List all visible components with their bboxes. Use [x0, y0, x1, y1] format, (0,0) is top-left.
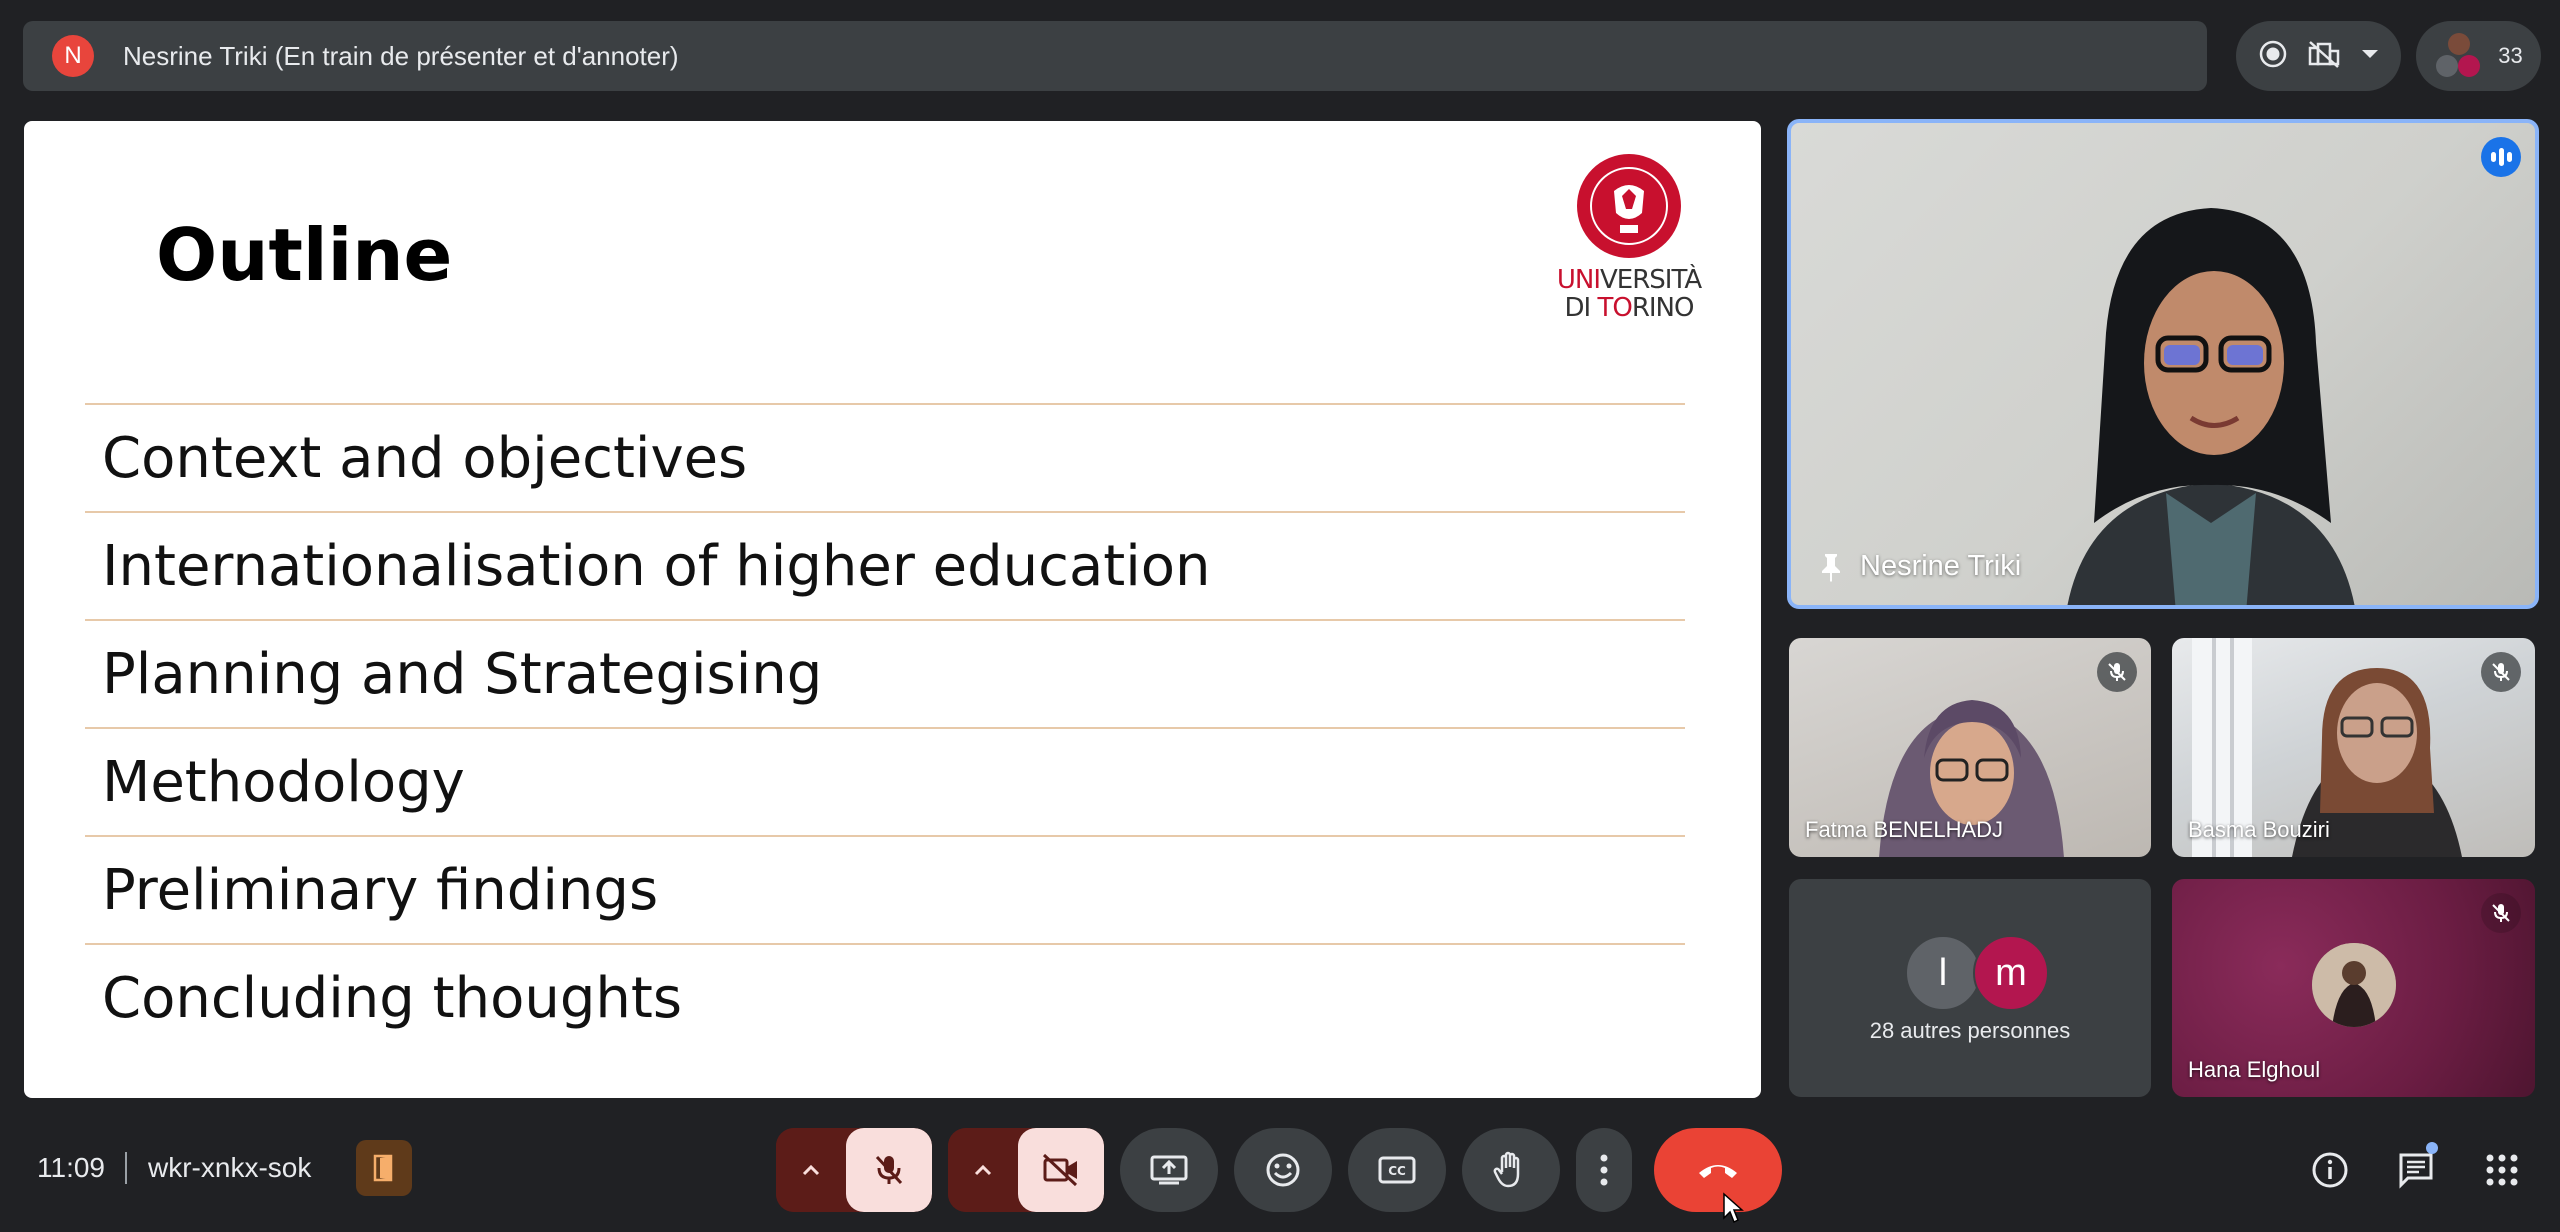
hang-up-icon [1699, 1165, 1737, 1178]
divider [125, 1152, 127, 1184]
activities-panel-button[interactable] [2474, 1142, 2530, 1198]
mic-off-icon [2481, 652, 2521, 692]
speaking-indicator-icon [2481, 137, 2521, 177]
layout-off-icon[interactable] [2307, 39, 2341, 74]
others-tile[interactable]: l m 28 autres personnes [1789, 879, 2151, 1097]
chevron-up-icon [802, 1164, 820, 1176]
avatar [2312, 943, 2396, 1027]
mini-avatar-m [2458, 55, 2481, 77]
mic-off-icon [2481, 893, 2521, 933]
participant-tile-hana[interactable]: Hana Elghoul [2172, 879, 2535, 1097]
participant-video [2067, 208, 2355, 605]
presenter-status-text: Nesrine Triki (En train de présenter et … [123, 40, 679, 71]
more-options-button[interactable] [1576, 1128, 1632, 1212]
door-icon [373, 1154, 393, 1182]
participant-tile-fatma[interactable]: Fatma BENELHADJ [1789, 638, 2151, 857]
more-vert-icon [1600, 1154, 1608, 1186]
leave-call-button[interactable] [1654, 1128, 1782, 1212]
outline-item: Concluding thoughts [85, 943, 1685, 1051]
university-name: UNIVERSITÀ DI TORINO [1556, 265, 1702, 323]
outline-item: Methodology [85, 727, 1685, 835]
hand-icon [1493, 1151, 1520, 1188]
avatar: l [1905, 935, 1981, 1011]
presenter-avatar: N [52, 35, 94, 77]
mini-avatar-l [2436, 55, 2459, 77]
chat-button[interactable] [2388, 1142, 2444, 1198]
university-logo: UNIVERSITÀ DI TORINO [1554, 151, 1704, 351]
mic-off-icon [875, 1155, 903, 1185]
camera-off-icon [1042, 1153, 1078, 1187]
participant-count: 33 [2498, 43, 2523, 68]
avatar: m [1973, 935, 2049, 1011]
participants-button[interactable]: 33 [2416, 21, 2541, 91]
activities-button[interactable] [356, 1140, 412, 1196]
slide-title: Outline [156, 213, 453, 297]
mic-toggle-button[interactable] [846, 1128, 932, 1212]
svg-text:CC: CC [1388, 1164, 1406, 1178]
mini-avatar-photo [2448, 33, 2471, 55]
camera-options-button[interactable] [948, 1128, 1018, 1212]
mic-options-button[interactable] [776, 1128, 846, 1212]
mouse-cursor-icon [1722, 1192, 1744, 1229]
chevron-up-icon [974, 1164, 992, 1176]
captions-icon: CC [1378, 1156, 1416, 1184]
participant-avatars-stack [2434, 31, 2484, 81]
university-seal-icon [1577, 154, 1681, 258]
speaker-tile-nesrine[interactable]: Nesrine Triki [1787, 119, 2539, 609]
meeting-code: wkr-xnkx-sok [148, 1152, 312, 1183]
mic-control-group [776, 1128, 932, 1212]
outline-item: Context and objectives [85, 403, 1685, 511]
camera-toggle-button[interactable] [1018, 1128, 1104, 1212]
participant-name-label: Hana Elghoul [2188, 1057, 2321, 1082]
outline-item: Planning and Strategising [85, 619, 1685, 727]
reactions-button[interactable] [1234, 1128, 1332, 1212]
chevron-down-icon[interactable] [2360, 47, 2380, 66]
meeting-clock: 11:09 [37, 1152, 105, 1183]
record-icon[interactable] [2258, 39, 2288, 74]
emoji-icon [1266, 1153, 1300, 1187]
raise-hand-button[interactable] [1462, 1128, 1560, 1212]
others-count-label: 28 autres personnes [1869, 1018, 2071, 1043]
participant-name-label: Fatma BENELHADJ [1805, 817, 2004, 842]
meeting-details-button[interactable] [2302, 1142, 2358, 1198]
chat-notification-badge [2426, 1142, 2438, 1154]
present-screen-icon [1150, 1155, 1188, 1185]
participant-tile-basma[interactable]: Basma Bouziri [2172, 638, 2535, 857]
apps-grid-icon [2486, 1154, 2518, 1186]
speaker-name-label: Nesrine Triki [1818, 550, 2021, 583]
captions-button[interactable]: CC [1348, 1128, 1446, 1212]
participant-name-label: Basma Bouziri [2188, 817, 2330, 842]
outline-item: Preliminary findings [85, 835, 1685, 943]
camera-control-group [948, 1128, 1104, 1212]
outline-item: Internationalisation of higher education [85, 511, 1685, 619]
presenter-banner: N Nesrine Triki (En train de présenter e… [23, 21, 2207, 91]
recording-controls [2236, 21, 2401, 91]
chat-icon [2399, 1153, 2433, 1189]
info-icon [2312, 1152, 2348, 1188]
presentation-slide: Outline UNIVERSITÀ DI TORINO Context and… [24, 121, 1761, 1098]
outline-list: Context and objectives Internationalisat… [85, 403, 1685, 1051]
mic-off-icon [2097, 652, 2137, 692]
others-avatars: l m [1905, 935, 2049, 1011]
pin-icon[interactable] [1818, 552, 1844, 582]
present-screen-button[interactable] [1120, 1128, 1218, 1212]
